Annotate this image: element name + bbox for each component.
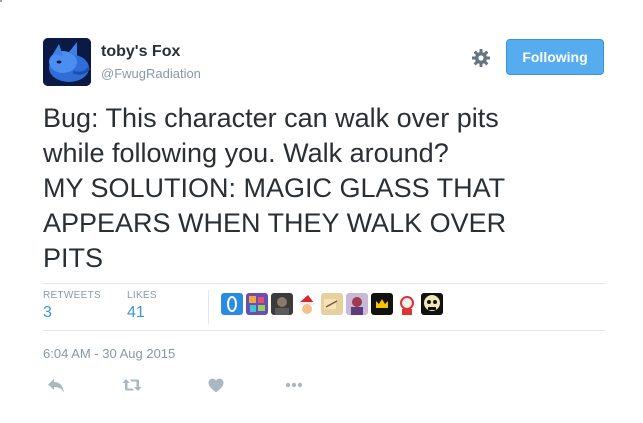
blue-oval-avatar[interactable]: [221, 293, 243, 315]
heart-icon[interactable]: [205, 375, 227, 395]
tweet-header: toby's Fox @FwugRadiation Following: [43, 38, 605, 88]
tweet-text-line: PITS: [43, 243, 104, 273]
purple-character-avatar[interactable]: [346, 293, 368, 315]
red-white-avatar[interactable]: [396, 293, 418, 315]
tweet-card: toby's Fox @FwugRadiation Following Bug:…: [0, 0, 643, 423]
gear-icon[interactable]: [471, 48, 491, 68]
stats-divider: [208, 290, 209, 324]
black-yellow-crown-avatar[interactable]: [371, 293, 393, 315]
retweets-stat[interactable]: RETWEETS 3: [43, 290, 101, 322]
retweets-label: RETWEETS: [43, 290, 101, 301]
tweet-text-line: MY SOLUTION: MAGIC GLASS THAT: [43, 173, 506, 203]
likes-count: 41: [127, 304, 145, 321]
skull-face-avatar[interactable]: [421, 293, 443, 315]
tan-sketch-avatar[interactable]: [321, 293, 343, 315]
retweets-count: 3: [43, 304, 52, 321]
retweet-icon[interactable]: [121, 375, 143, 395]
tweet-text: Bug: This character can walk over pits w…: [43, 101, 603, 276]
tweet-stats: RETWEETS 3 LIKES 41: [43, 283, 605, 331]
author-handle[interactable]: @FwugRadiation: [101, 66, 201, 81]
more-dots-icon[interactable]: [283, 375, 305, 395]
author-avatar[interactable]: [43, 38, 91, 86]
following-button[interactable]: Following: [506, 39, 604, 75]
author-display-name[interactable]: toby's Fox: [101, 43, 180, 61]
likes-stat[interactable]: LIKES 41: [127, 290, 157, 322]
tweet-text-line: Bug: This character can walk over pits: [43, 103, 499, 133]
reply-icon[interactable]: [45, 375, 67, 395]
liker-avatars: [221, 293, 443, 315]
tweet-timestamp[interactable]: 6:04 AM - 30 Aug 2015: [43, 346, 175, 361]
likes-label: LIKES: [127, 290, 157, 301]
tweet-text-line: APPEARS WHEN THEY WALK OVER: [43, 208, 507, 238]
colorful-pixel-avatar[interactable]: [246, 293, 268, 315]
dark-portrait-avatar[interactable]: [271, 293, 293, 315]
santa-hat-avatar[interactable]: [296, 293, 318, 315]
tweet-text-line: while following you. Walk around?: [43, 138, 449, 168]
